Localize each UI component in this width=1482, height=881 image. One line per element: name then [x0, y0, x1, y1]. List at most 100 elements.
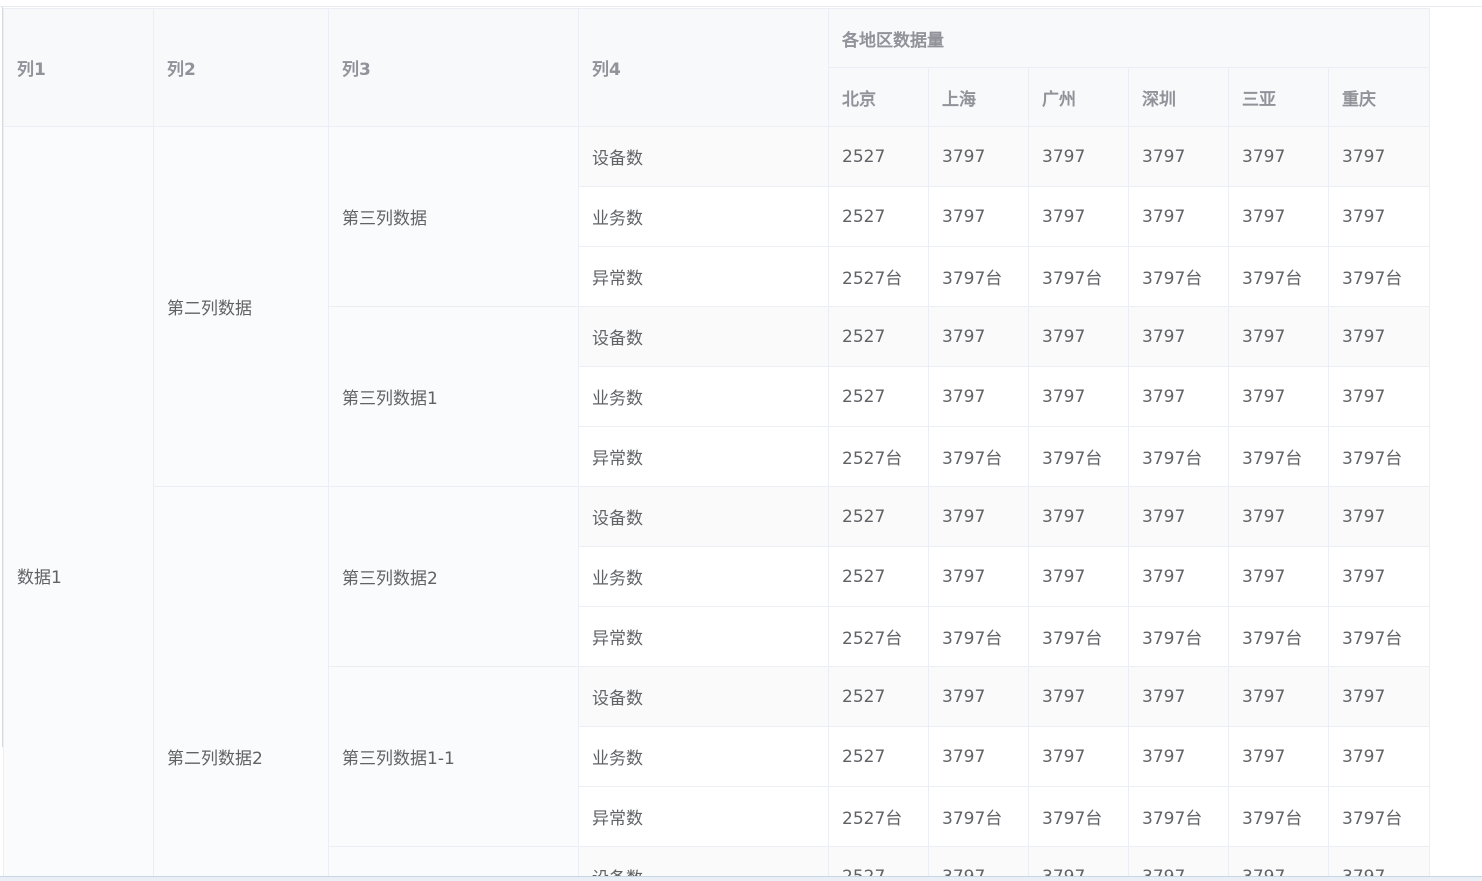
value-cell-shanghai: 3797: [928, 306, 1029, 367]
horizontal-scrollbar[interactable]: [0, 876, 1482, 881]
metric-cell: 业务数: [578, 186, 829, 247]
value-cell-chongqing: 3797: [1327, 846, 1429, 877]
value-cell-chongqing: 3797: [1327, 726, 1429, 787]
value-cell-beijing: 2527: [828, 846, 929, 877]
header-region-shanghai[interactable]: 上海: [928, 67, 1029, 127]
metric-cell: 异常数: [578, 426, 829, 487]
value-cell-guangzhou: 3797: [1028, 186, 1129, 247]
header-region-guangzhou[interactable]: 广州: [1028, 67, 1129, 127]
metric-cell: 设备数: [578, 666, 829, 727]
value-cell-guangzhou: 3797台: [1028, 606, 1129, 667]
value-cell-sanya: 3797: [1228, 846, 1329, 877]
value-cell-shenzhen: 3797: [1128, 846, 1229, 877]
value-cell-sanya: 3797: [1228, 726, 1329, 787]
header-col1[interactable]: 列1: [3, 8, 154, 127]
value-cell-beijing: 2527台: [828, 786, 929, 847]
value-cell-shanghai: 3797台: [928, 246, 1029, 307]
col3-cell: 第三列数据2: [328, 486, 579, 667]
table-row[interactable]: 第二列数据2 第三列数据2 设备数 2527 3797 3797 3797 3797 3797: [4, 486, 1429, 877]
value-cell-chongqing: 3797台: [1327, 426, 1429, 487]
table-body: 数据1 第二列数据 第三列数据 设备数 2527 3797 3797 3797 3797 3797…: [3, 126, 1429, 877]
value-cell-guangzhou: 3797: [1028, 846, 1129, 877]
value-cell-shenzhen: 3797: [1128, 486, 1229, 547]
value-cell-sanya: 3797: [1228, 366, 1329, 427]
value-cell-beijing: 2527: [828, 726, 929, 787]
table-row[interactable]: 数据1 第二列数据 第三列数据 设备数 2527 3797 3797 3797 3797 3797: [3, 126, 1429, 877]
header-col3[interactable]: 列3: [328, 8, 579, 127]
header-region-beijing[interactable]: 北京: [828, 67, 929, 127]
col3-cell: 第三列数据1: [328, 306, 579, 487]
value-cell-sanya: 3797: [1228, 186, 1329, 247]
header-col2[interactable]: 列2: [153, 8, 329, 127]
value-cell-guangzhou: 3797台: [1028, 426, 1129, 487]
value-cell-shenzhen: 3797: [1128, 306, 1229, 367]
header-region-shenzhen[interactable]: 深圳: [1128, 67, 1229, 127]
col2-cell-label: 第二列数据2: [167, 749, 263, 769]
value-cell-guangzhou: 3797: [1028, 666, 1129, 727]
table-right-border: [1429, 8, 1430, 877]
metric-cell: 异常数: [578, 606, 829, 667]
value-cell-shenzhen: 3797台: [1128, 606, 1229, 667]
header-region-sanya[interactable]: 三亚: [1228, 67, 1329, 127]
col3-cell: 第三列数据1-1: [328, 666, 579, 847]
value-cell-sanya: 3797: [1228, 546, 1329, 607]
value-cell-shanghai: 3797: [928, 366, 1029, 427]
value-cell-sanya: 3797: [1228, 486, 1329, 547]
header-region-chongqing[interactable]: 重庆: [1327, 67, 1429, 127]
value-cell-guangzhou: 3797: [1028, 126, 1129, 187]
metric-cell: 设备数: [578, 846, 829, 877]
value-cell-beijing: 2527台: [828, 606, 929, 667]
value-cell-beijing: 2527: [828, 546, 929, 607]
value-cell-sanya: 3797: [1228, 306, 1329, 367]
value-cell-guangzhou: 3797: [1028, 306, 1129, 367]
col3-cell: [328, 846, 579, 877]
metric-cell: 业务数: [578, 546, 829, 607]
value-cell-guangzhou: 3797: [1028, 726, 1129, 787]
value-cell-beijing: 2527: [828, 486, 929, 547]
value-cell-shanghai: 3797: [928, 186, 1029, 247]
value-cell-chongqing: 3797: [1327, 186, 1429, 247]
value-cell-shanghai: 3797: [928, 666, 1029, 727]
value-cell-shenzhen: 3797台: [1128, 786, 1229, 847]
value-cell-sanya: 3797台: [1228, 786, 1329, 847]
page: 列1 列2 列3 列4 各地区数据量 北京 上海 广州 深圳 三亚 重庆 数据1…: [0, 0, 1482, 881]
value-cell-sanya: 3797台: [1228, 246, 1329, 307]
table-scroll-container[interactable]: 列1 列2 列3 列4 各地区数据量 北京 上海 广州 深圳 三亚 重庆 数据1…: [3, 8, 1429, 877]
value-cell-shenzhen: 3797台: [1128, 426, 1229, 487]
value-cell-guangzhou: 3797台: [1028, 246, 1129, 307]
value-cell-shenzhen: 3797: [1128, 546, 1229, 607]
metric-cell: 业务数: [578, 366, 829, 427]
value-cell-beijing: 2527台: [828, 426, 929, 487]
value-cell-chongqing: 3797: [1327, 666, 1429, 727]
header-region-group[interactable]: 各地区数据量: [827, 8, 1429, 68]
header-col4[interactable]: 列4: [578, 8, 829, 127]
value-cell-sanya: 3797: [1228, 666, 1329, 727]
value-cell-chongqing: 3797: [1327, 126, 1429, 187]
value-cell-chongqing: 3797台: [1327, 606, 1429, 667]
col2-cell: 第二列数据: [153, 126, 329, 487]
metric-cell: 业务数: [578, 726, 829, 787]
col2-cell: 第二列数据2: [153, 486, 329, 877]
value-cell-chongqing: 3797: [1327, 366, 1429, 427]
value-cell-guangzhou: 3797: [1028, 366, 1129, 427]
data-table: 列1 列2 列3 列4 各地区数据量 北京 上海 广州 深圳 三亚 重庆 数据1…: [3, 8, 1429, 877]
value-cell-beijing: 2527: [828, 306, 929, 367]
value-cell-chongqing: 3797: [1327, 546, 1429, 607]
metric-cell: 异常数: [578, 786, 829, 847]
value-cell-shanghai: 3797台: [928, 426, 1029, 487]
value-cell-chongqing: 3797台: [1327, 786, 1429, 847]
col3-cell: 第三列数据: [328, 126, 579, 307]
value-cell-sanya: 3797台: [1228, 426, 1329, 487]
value-cell-shanghai: 3797: [928, 726, 1029, 787]
metric-cell: 设备数: [578, 126, 829, 187]
value-cell-shenzhen: 3797: [1128, 126, 1229, 187]
value-cell-shenzhen: 3797: [1128, 366, 1229, 427]
value-cell-beijing: 2527: [828, 186, 929, 247]
col1-cell-label: 数据1: [17, 568, 62, 588]
value-cell-shanghai: 3797: [928, 846, 1029, 877]
top-divider: [0, 6, 1482, 7]
value-cell-shanghai: 3797台: [928, 786, 1029, 847]
value-cell-beijing: 2527台: [828, 246, 929, 307]
col1-cell: 数据1: [3, 126, 154, 877]
value-cell-shanghai: 3797台: [928, 606, 1029, 667]
